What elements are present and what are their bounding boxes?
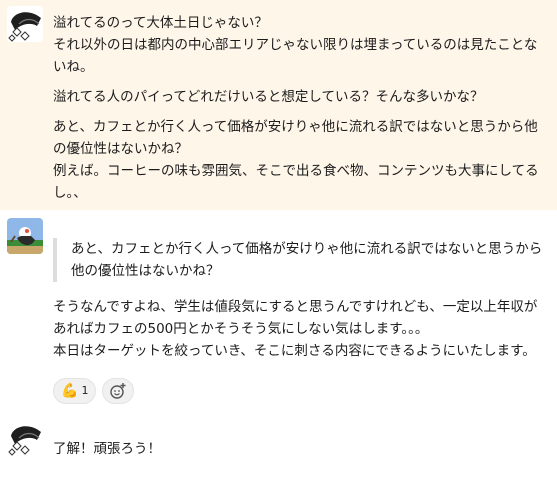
add-reaction-button[interactable]: [102, 378, 135, 404]
flexed-biceps-icon: 💪: [61, 383, 79, 399]
reaction-count: 1: [81, 384, 89, 397]
message-text: 溢れてる人のパイってどれだけいると想定している？そんな多いかな？: [53, 89, 484, 105]
message-text: 溢れてるのって大体土日じゃない？ それ以外の日は都内の中心部エリアじゃない限りは…: [53, 15, 538, 75]
message-text: 了解！頑張ろう！: [53, 441, 161, 457]
quoted-text: あと、カフェとか行く人って価格が安けりゃ他に流れる訳ではないと思うから他の優位性…: [53, 238, 547, 282]
reaction-bar: 💪 1: [53, 378, 135, 404]
reaction-flexed-biceps[interactable]: 💪 1: [53, 378, 97, 404]
add-reaction-icon: [110, 383, 126, 399]
avatar-user-a[interactable]: [7, 420, 43, 456]
message-text: あと、カフェとか行く人って価格が安けりゃ他に流れる訳ではないと思うから他の優位性…: [53, 119, 539, 201]
message-text: そうなんですよね、学生は値段気にすると思うんですけれども、一定以上年収があればカ…: [53, 299, 538, 359]
avatar-user-a[interactable]: [7, 6, 43, 42]
message-2: あと、カフェとか行く人って価格が安けりゃ他に流れる訳ではないと思うから他の優位性…: [0, 210, 557, 410]
message-3: 了解！頑張ろう！: [0, 416, 557, 476]
avatar-user-b[interactable]: [7, 218, 43, 254]
message-1: 溢れてるのって大体土日じゃない？ それ以外の日は都内の中心部エリアじゃない限りは…: [0, 0, 557, 210]
